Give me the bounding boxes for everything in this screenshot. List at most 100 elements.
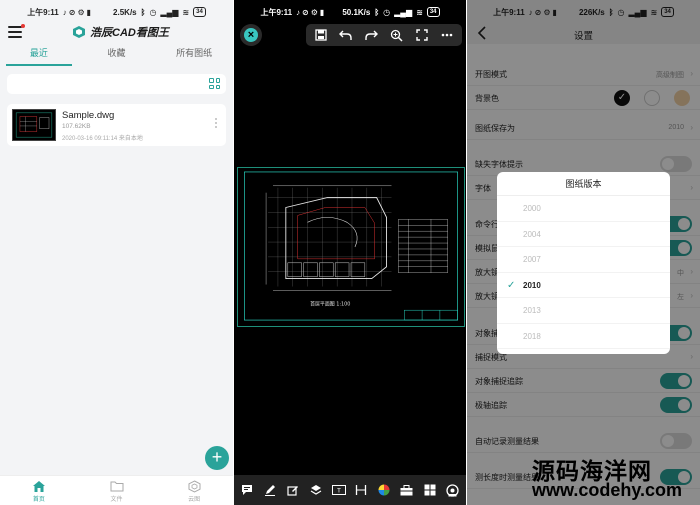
layers-button[interactable] — [307, 481, 325, 499]
measure-button[interactable] — [352, 481, 370, 499]
status-time: 上午9:11 — [27, 7, 59, 17]
screenshot-stage: 上午9:11 ♪ ⊘ ⚙ ▮ 2.5K/s ᛒ ◷ ▂▄▆ ≋ 34 浩辰CAD… — [0, 0, 700, 505]
text-icon: T — [331, 485, 346, 495]
close-viewer-button[interactable]: × — [240, 24, 262, 46]
settings-gear-icon: ⚙ — [77, 7, 85, 17]
comment-button[interactable] — [238, 481, 256, 499]
bottom-nav: 首页 文件 云图 — [0, 475, 233, 505]
undo-icon — [339, 30, 353, 40]
version-option[interactable]: 2004 — [497, 222, 670, 247]
bluetooth-icon: ᛒ — [140, 7, 146, 17]
alarm-icon: ◷ — [383, 7, 391, 17]
svg-text:T: T — [336, 488, 341, 495]
save-button[interactable] — [312, 26, 330, 44]
grid-button[interactable] — [421, 481, 439, 499]
pen-icon — [265, 485, 276, 496]
wifi-icon: ≋ — [182, 7, 190, 17]
trash-icon: ▮ — [319, 7, 325, 17]
status-bar: 上午9:11 ♪ ⊘ ⚙ ▮ 2.5K/s ᛒ ◷ ▂▄▆ ≋ 34 — [0, 0, 233, 24]
file-name: Sample.dwg — [62, 110, 115, 121]
drawing-legend-table — [398, 219, 448, 273]
alarm-icon: ◷ — [149, 7, 157, 17]
fullscreen-button[interactable] — [413, 26, 431, 44]
trash-icon: ▮ — [86, 7, 92, 17]
brand-logo-icon — [73, 26, 85, 38]
file-meta: 2020-03-16 09:11:14 来自本地 — [62, 136, 143, 142]
settings-icon — [446, 483, 459, 497]
fullscreen-icon — [416, 29, 428, 41]
redo-button[interactable] — [362, 26, 380, 44]
version-option[interactable]: 2013 — [497, 298, 670, 324]
viewer-top-toolbar — [306, 24, 462, 46]
folder-icon — [110, 481, 123, 492]
battery-indicator: 34 — [193, 7, 206, 17]
tab-all-drawings[interactable]: 所有图纸 — [155, 44, 233, 66]
nav-item-cloud[interactable]: 云图 — [155, 476, 233, 505]
settings-screen: 上午9:11 ♪ ⊘ ⚙ ▮ 226K/s ᛒ ◷ ▂▄▆ ≋ 34 设置 开图… — [467, 0, 700, 505]
status-time: 上午9:11 — [260, 7, 293, 17]
file-list-item[interactable]: Sample.dwg 107.62KB 2020-03-16 09:11:14 … — [7, 104, 226, 146]
text-button[interactable]: T — [330, 481, 348, 499]
sync-icon: ⊘ — [302, 7, 309, 17]
version-option[interactable]: 2000 — [497, 196, 670, 222]
file-list-screen: 上午9:11 ♪ ⊘ ⚙ ▮ 2.5K/s ᛒ ◷ ▂▄▆ ≋ 34 浩辰CAD… — [0, 0, 233, 505]
status-bar: 上午9:11 ♪ ⊘ ⚙ ▮ 50.1K/s ᛒ ◷ ▂▄▆ ≋ 34 — [234, 0, 466, 24]
version-option[interactable]: 2018 — [497, 324, 670, 349]
color-icon — [378, 484, 390, 496]
zoom-icon — [390, 29, 403, 42]
pen-button[interactable] — [261, 481, 279, 499]
file-size: 107.62KB — [62, 123, 91, 130]
cad-drawing-canvas[interactable]: 首层平面图 1:100 — [237, 167, 465, 327]
save-icon — [315, 29, 327, 41]
comment-icon — [242, 485, 253, 495]
version-option-selected[interactable]: ✓ 2010 — [497, 273, 670, 298]
edit-icon — [287, 486, 298, 496]
color-button[interactable] — [375, 481, 393, 499]
more-options-icon[interactable] — [215, 118, 218, 130]
version-option[interactable]: 2007 — [497, 247, 670, 273]
nav-label-cloud: 云图 — [188, 497, 201, 503]
battery-indicator: 34 — [426, 7, 440, 17]
cloud-hexagon-icon — [188, 479, 201, 493]
redo-icon — [365, 30, 378, 40]
nav-item-home[interactable]: 首页 — [0, 476, 78, 505]
tiktok-icon: ♪ — [62, 7, 67, 17]
edit-button[interactable] — [284, 481, 302, 499]
cad-viewer-screen: 上午9:11 ♪ ⊘ ⚙ ▮ 50.1K/s ᛒ ◷ ▂▄▆ ≋ 34 × 首层… — [234, 0, 466, 505]
more-button[interactable] — [438, 26, 456, 44]
title-block — [404, 309, 458, 321]
bluetooth-icon: ᛒ — [374, 7, 380, 17]
settings-gear-icon: ⚙ — [310, 7, 318, 17]
tiktok-icon: ♪ — [296, 7, 301, 17]
measure-icon — [356, 485, 367, 495]
drawing-title: 首层平面图 1:100 — [310, 300, 350, 307]
nav-item-files[interactable]: 文件 — [78, 476, 156, 505]
search-input[interactable] — [7, 74, 226, 94]
dialog-title: 图纸版本 — [497, 172, 670, 196]
nav-label-files: 文件 — [110, 497, 123, 503]
close-icon: × — [244, 28, 258, 42]
grid-view-icon[interactable] — [209, 78, 220, 89]
nav-label-home: 首页 — [32, 497, 45, 503]
more-icon — [441, 33, 453, 37]
add-file-button[interactable]: + — [205, 446, 229, 470]
network-speed: 2.5K/s — [113, 7, 137, 17]
signal-icon: ▂▄▆ — [160, 7, 179, 17]
status-notification-icons: ♪ ⊘ ⚙ ▮ — [296, 8, 324, 17]
network-speed: 50.1K/s — [342, 7, 371, 17]
grid-icon — [424, 484, 436, 496]
toolbox-button[interactable] — [398, 481, 416, 499]
menu-icon[interactable] — [8, 24, 25, 38]
home-icon — [32, 480, 45, 492]
floor-plan — [265, 185, 392, 291]
tab-recent[interactable]: 最近 — [0, 44, 78, 66]
zoom-button[interactable] — [388, 26, 406, 44]
undo-button[interactable] — [337, 26, 355, 44]
settings-button[interactable] — [444, 481, 462, 499]
check-icon: ✓ — [507, 279, 516, 291]
version-option-label: 2010 — [523, 280, 541, 290]
brand-name: 浩辰CAD看图王 — [90, 27, 169, 39]
tab-favorites[interactable]: 收藏 — [78, 44, 156, 66]
viewer-bottom-toolbar: T — [234, 475, 466, 505]
wifi-icon: ≋ — [416, 7, 423, 17]
